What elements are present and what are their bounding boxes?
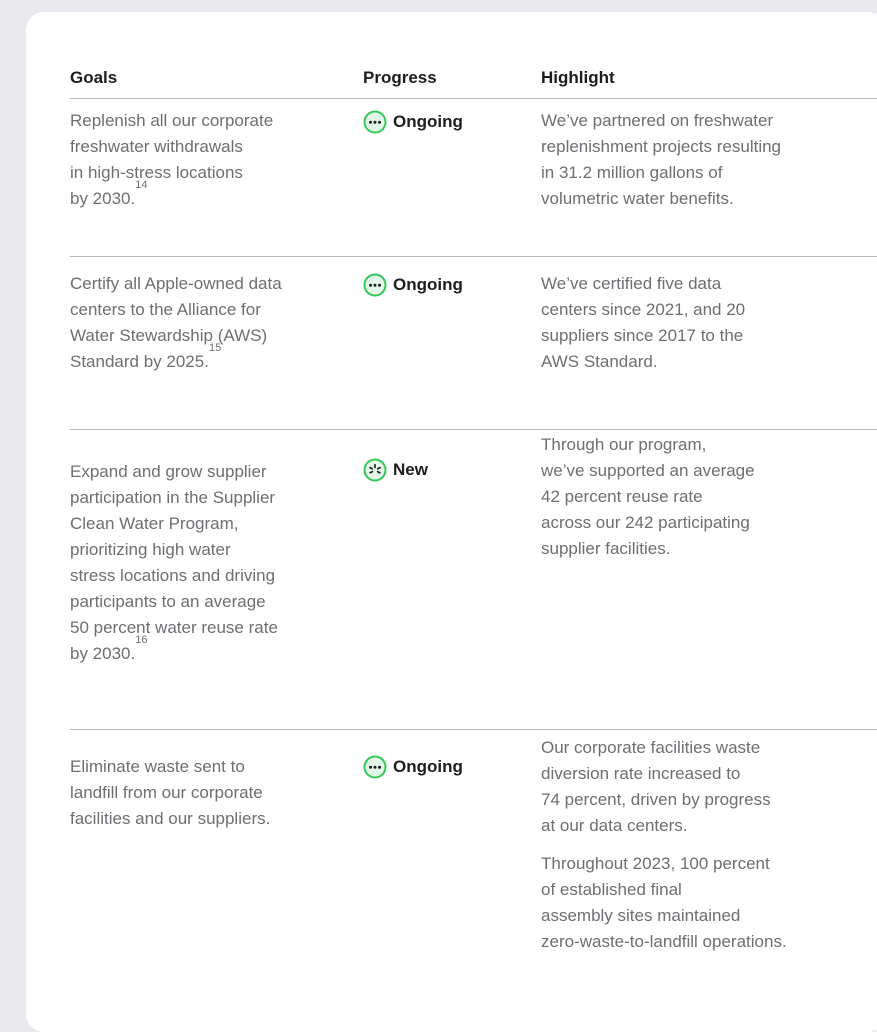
footnote-ref[interactable]: 16 — [135, 634, 147, 646]
highlight-text: We’ve certified five data centers since … — [541, 274, 746, 371]
highlight-text: Through our program, we’ve supported an … — [541, 435, 755, 558]
goal-text: Eliminate waste sent to landfill from ou… — [70, 757, 271, 828]
progress-status: Ongoing — [363, 755, 463, 779]
goal-text: Expand and grow supplier participation i… — [70, 462, 278, 663]
goals-card: Goals Progress Highlight Replenish all o… — [26, 12, 877, 1032]
highlight-paragraph: Our corporate facilities waste diversion… — [541, 738, 771, 835]
progress-status: Ongoing — [363, 273, 463, 297]
table-row: Replenish all our corporate freshwater w… — [70, 98, 877, 257]
header-progress: Progress — [363, 68, 437, 87]
ellipsis-circle-icon — [363, 755, 387, 779]
goal-text: Replenish all our corporate freshwater w… — [70, 111, 274, 208]
table-row: Expand and grow supplier participation i… — [70, 429, 877, 730]
table-header: Goals Progress Highlight — [70, 56, 877, 99]
table-row: Certify all Apple-owned data centers to … — [70, 256, 877, 430]
highlight-text: We’ve partnered on freshwater replenishm… — [541, 111, 782, 208]
table-row: Eliminate waste sent to landfill from ou… — [70, 729, 877, 1029]
highlight-text: Our corporate facilities waste diversion… — [541, 735, 861, 967]
ellipsis-circle-icon — [363, 110, 387, 134]
status-label: Ongoing — [393, 275, 463, 294]
highlight-paragraph: Throughout 2023, 100 percent of establis… — [541, 854, 787, 951]
status-label: Ongoing — [393, 757, 463, 776]
footnote-ref[interactable]: 15 — [209, 342, 221, 354]
progress-status: Ongoing — [363, 110, 463, 134]
sparkle-burst-circle-icon — [363, 458, 387, 482]
header-highlight: Highlight — [541, 68, 615, 87]
status-label: Ongoing — [393, 112, 463, 131]
status-label: New — [393, 460, 428, 479]
footnote-ref[interactable]: 14 — [135, 179, 147, 191]
header-goals: Goals — [70, 68, 118, 87]
goal-text: Certify all Apple-owned data centers to … — [70, 274, 282, 371]
ellipsis-circle-icon — [363, 273, 387, 297]
progress-status: New — [363, 458, 428, 482]
